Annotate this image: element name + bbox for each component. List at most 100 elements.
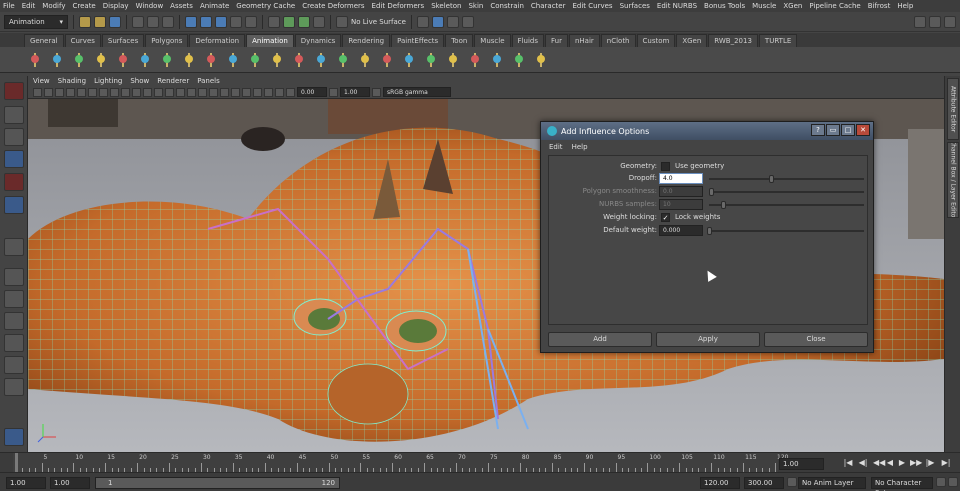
anti-alias-icon[interactable] [242, 87, 251, 97]
menu-pipeline-cache[interactable]: Pipeline Cache [809, 2, 860, 10]
aim-constraint-icon[interactable] [224, 51, 242, 69]
current-frame-marker[interactable] [15, 453, 18, 473]
ipr-render-icon[interactable] [298, 15, 310, 28]
menu-bifrost[interactable]: Bifrost [868, 2, 891, 10]
menu-bonus-tools[interactable]: Bonus Tools [704, 2, 745, 10]
playback-end-field[interactable]: 120.00 [700, 477, 740, 489]
dropoff-slider-handle[interactable] [769, 175, 774, 183]
shelf-tab-rendering[interactable]: Rendering [342, 34, 391, 47]
paint-select-tool-icon[interactable] [4, 128, 24, 146]
set-key-icon[interactable] [26, 51, 44, 69]
dropoff-slider[interactable] [709, 175, 864, 183]
smooth-shade-icon[interactable] [165, 87, 174, 97]
safe-action-icon[interactable] [132, 87, 141, 97]
menu-geometry-cache[interactable]: Geometry Cache [236, 2, 295, 10]
menu-animate[interactable]: Animate [200, 2, 229, 10]
menu-edit-nurbs[interactable]: Edit NURBS [657, 2, 697, 10]
close-icon[interactable]: ✕ [856, 124, 870, 136]
go-to-bind-pose-icon[interactable] [510, 51, 528, 69]
bookmark-icon[interactable] [55, 87, 64, 97]
channel-box-tab[interactable]: Channel Box / Layer Editor [947, 142, 959, 218]
snap-point-icon[interactable] [215, 15, 227, 28]
image-plane-icon[interactable] [66, 87, 75, 97]
apply-button[interactable]: Apply [656, 332, 760, 347]
menu-file[interactable]: File [3, 2, 15, 10]
go-to-start-icon[interactable]: |◀ [843, 458, 853, 468]
ambient-occlusion-icon[interactable] [220, 87, 229, 97]
shadows-icon[interactable] [209, 87, 218, 97]
help-icon[interactable]: ? [811, 124, 825, 136]
wire-deformer-icon[interactable] [378, 51, 396, 69]
menu-skeleton[interactable]: Skeleton [431, 2, 461, 10]
show-channel-box-icon[interactable] [944, 15, 956, 28]
hypergraph-layout-icon[interactable] [4, 356, 24, 374]
nurbs-samples-field[interactable]: 10 [659, 199, 703, 210]
add-influence-icon[interactable] [444, 51, 462, 69]
resolution-gate-icon[interactable] [99, 87, 108, 97]
menu-modify[interactable]: Modify [42, 2, 65, 10]
orient-joint-icon[interactable] [158, 51, 176, 69]
single-perspective-layout-icon[interactable] [4, 268, 24, 286]
save-scene-icon[interactable] [109, 15, 121, 28]
paint-select-icon[interactable] [461, 15, 474, 28]
auto-key-icon[interactable] [936, 477, 946, 487]
sculpt-deformer-icon[interactable] [422, 51, 440, 69]
show-tool-settings-icon[interactable] [929, 15, 941, 28]
menu-help[interactable]: Help [897, 2, 913, 10]
move-tool-icon[interactable] [4, 150, 24, 168]
wireframe-icon[interactable] [154, 87, 163, 97]
point-constraint-icon[interactable] [202, 51, 220, 69]
step-forward-key-icon[interactable]: |▶ [925, 458, 935, 468]
step-back-frame-icon[interactable]: ◀◀ [873, 458, 885, 468]
gate-mask-icon[interactable] [110, 87, 119, 97]
panel-menu-show[interactable]: Show [130, 77, 149, 85]
shelf-tab-general[interactable]: General [24, 34, 64, 47]
polygon-smoothness-field[interactable]: 0.0 [659, 186, 703, 197]
menu-assets[interactable]: Assets [170, 2, 193, 10]
bind-skin-icon[interactable] [114, 51, 132, 69]
shelf-tab-ncloth[interactable]: nCloth [600, 34, 636, 47]
make-live-icon[interactable] [245, 15, 257, 28]
paint-weights-icon[interactable] [136, 51, 154, 69]
close-button[interactable]: Close [764, 332, 868, 347]
custom-layout-icon[interactable] [4, 378, 24, 396]
color-space-dropdown[interactable]: sRGB gamma [383, 87, 451, 97]
wireframe-on-shaded-icon[interactable] [176, 87, 185, 97]
graph-editor-layout-icon[interactable] [4, 334, 24, 352]
dialog-menu-help[interactable]: Help [572, 143, 588, 151]
camera-attributes-icon[interactable] [44, 87, 53, 97]
outliner-layout-icon[interactable] [4, 312, 24, 330]
show-attribute-editor-icon[interactable] [914, 15, 926, 28]
maximize-icon[interactable]: □ [841, 124, 855, 136]
shelf-tab-turtle[interactable]: TURTLE [758, 34, 798, 47]
lock-weights-checkbox[interactable]: ✓ [661, 213, 670, 222]
motion-blur-icon[interactable] [231, 87, 240, 97]
field-chart-icon[interactable] [121, 87, 130, 97]
shelf-tab-nhair[interactable]: nHair [568, 34, 600, 47]
shelf-tab-surfaces[interactable]: Surfaces [101, 34, 145, 47]
textured-icon[interactable] [187, 87, 196, 97]
wrap-deformer-icon[interactable] [400, 51, 418, 69]
menu-constrain[interactable]: Constrain [490, 2, 524, 10]
nurbs-samples-handle[interactable] [721, 201, 726, 209]
xray-joints-icon[interactable] [286, 87, 295, 97]
time-slider[interactable]: 5 10 15 20 25 30 35 40 45 50 55 60 65 70 75 80 85 90 95 100… [0, 452, 960, 473]
shelf-tab-fluids[interactable]: Fluids [511, 34, 544, 47]
isolate-select-icon[interactable] [264, 87, 273, 97]
mirror-joint-icon[interactable] [180, 51, 198, 69]
menu-muscle[interactable]: Muscle [752, 2, 776, 10]
shelf-tab-toon[interactable]: Toon [445, 34, 474, 47]
step-forward-frame-icon[interactable]: ▶▶ [910, 458, 922, 468]
menu-edit[interactable]: Edit [22, 2, 36, 10]
panel-menu-shading[interactable]: Shading [58, 77, 86, 85]
magnet-icon[interactable] [416, 15, 429, 28]
new-scene-icon[interactable] [79, 15, 91, 28]
rotate-tool-icon[interactable] [4, 173, 24, 191]
range-slider[interactable]: 1 120 [95, 477, 340, 489]
menu-skin[interactable]: Skin [468, 2, 483, 10]
select-tool-icon[interactable] [4, 82, 24, 100]
use-geometry-checkbox[interactable] [661, 162, 670, 171]
polygon-smoothness-slider[interactable] [709, 188, 864, 196]
shelf-tab-animation[interactable]: Animation [246, 34, 294, 47]
select-object-icon[interactable] [147, 15, 159, 28]
